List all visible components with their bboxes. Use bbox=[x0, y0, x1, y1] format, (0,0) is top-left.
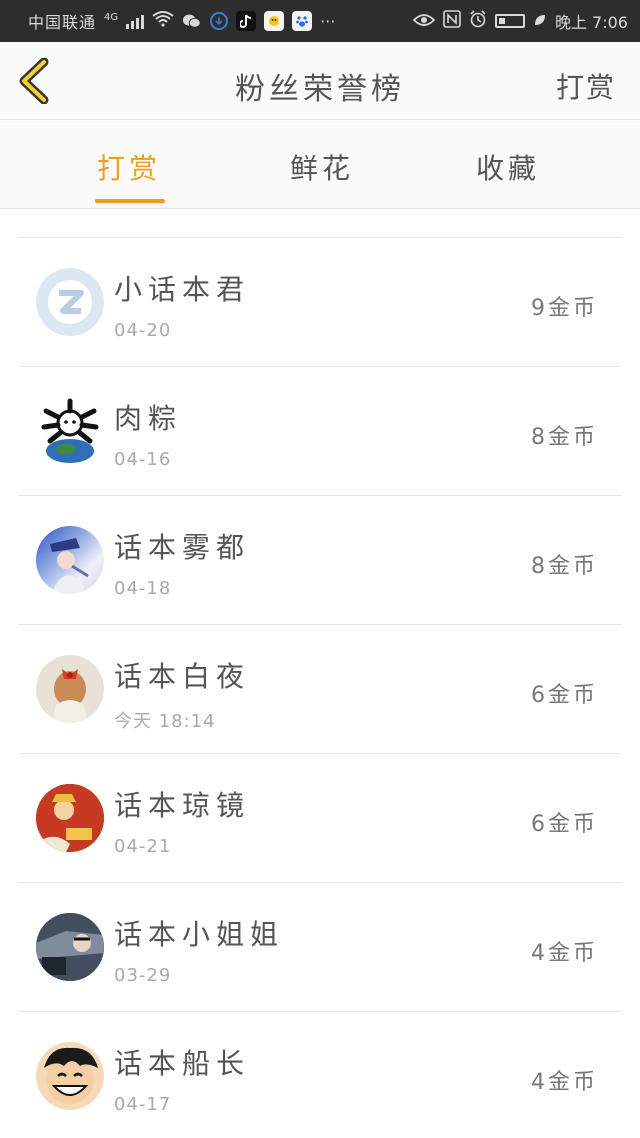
tab-bar: 打赏 鲜花 收藏 bbox=[0, 121, 640, 209]
list-item[interactable]: 话本船长 04-17 4金币 bbox=[18, 1012, 622, 1138]
tip-amount: 6金币 bbox=[531, 683, 598, 708]
baidu-icon bbox=[292, 11, 313, 31]
carrier-label: 中国联通 bbox=[28, 13, 97, 32]
tip-date: 04-20 bbox=[114, 320, 172, 341]
tip-amount: 4金币 bbox=[531, 1070, 598, 1095]
qq-logo-avatar bbox=[36, 268, 104, 336]
fan-name: 肉粽 bbox=[114, 402, 183, 435]
fan-ranking-list: 小话本君 04-20 9金币 肉粽 04-16 8金币 话本雾都 04-18 8… bbox=[18, 210, 622, 1138]
anime-kid-avatar bbox=[36, 526, 104, 594]
fan-name: 话本小姐姐 bbox=[114, 918, 285, 951]
tip-amount: 8金币 bbox=[531, 425, 598, 450]
leaf-icon bbox=[533, 12, 547, 31]
active-tab-indicator bbox=[95, 199, 165, 203]
header-bar: 粉丝荣誉榜 打赏 bbox=[0, 42, 640, 120]
download-icon bbox=[210, 12, 229, 30]
tip-date: 04-21 bbox=[114, 836, 172, 857]
luffy-avatar bbox=[36, 1042, 104, 1110]
eye-icon bbox=[412, 12, 436, 31]
tab-flowers[interactable]: 鲜花 bbox=[290, 147, 354, 187]
tip-date: 今天 18:14 bbox=[114, 711, 216, 732]
tip-date: 04-17 bbox=[114, 1094, 172, 1115]
fan-name: 话本船长 bbox=[114, 1047, 251, 1080]
tip-amount: 6金币 bbox=[531, 812, 598, 837]
fan-name: 话本琼镜 bbox=[114, 789, 251, 822]
page-title: 粉丝荣誉榜 bbox=[235, 72, 405, 107]
tip-button[interactable]: 打赏 bbox=[556, 66, 616, 106]
list-item[interactable]: 肉粽 04-16 8金币 bbox=[18, 367, 622, 496]
fan-name: 小话本君 bbox=[114, 273, 251, 306]
tiktok-icon bbox=[236, 11, 257, 31]
clock-time: 晚上 7:06 bbox=[554, 13, 628, 32]
fan-name: 话本白夜 bbox=[114, 660, 251, 693]
tip-date: 04-16 bbox=[114, 449, 172, 470]
girl-bow-avatar bbox=[36, 655, 104, 723]
tip-amount: 8金币 bbox=[531, 554, 598, 579]
tab-tip[interactable]: 打赏 bbox=[97, 147, 161, 187]
cartoon-globe-avatar bbox=[36, 397, 104, 465]
tab-favorites[interactable]: 收藏 bbox=[476, 147, 540, 187]
tip-date: 04-18 bbox=[114, 578, 172, 599]
chick-app-icon bbox=[264, 11, 285, 31]
list-item[interactable]: 话本小姐姐 03-29 4金币 bbox=[18, 883, 622, 1012]
signal-icon bbox=[126, 13, 145, 29]
more-icon: ··· bbox=[320, 11, 336, 31]
wifi-icon bbox=[152, 10, 174, 32]
wechat-icon bbox=[182, 11, 202, 31]
anime-collage-avatar bbox=[36, 784, 104, 852]
alarm-icon bbox=[469, 10, 487, 32]
car-photo-avatar bbox=[36, 913, 104, 981]
list-item[interactable]: 话本雾都 04-18 8金币 bbox=[18, 496, 622, 625]
list-item[interactable]: 话本琼镜 04-21 6金币 bbox=[18, 754, 622, 883]
fan-name: 话本雾都 bbox=[114, 531, 251, 564]
tip-date: 03-29 bbox=[114, 965, 172, 986]
list-item[interactable]: 小话本君 04-20 9金币 bbox=[18, 238, 622, 367]
status-bar: 中国联通 4G ··· 晚上 7:06 bbox=[0, 0, 640, 42]
tip-amount: 9金币 bbox=[531, 296, 598, 321]
nfc-icon bbox=[443, 10, 461, 32]
tip-amount: 4金币 bbox=[531, 941, 598, 966]
list-item-partial bbox=[18, 210, 622, 238]
network-type: 4G bbox=[104, 11, 119, 23]
battery-icon bbox=[494, 14, 525, 28]
list-item[interactable]: 话本白夜 今天 18:14 6金币 bbox=[18, 625, 622, 754]
